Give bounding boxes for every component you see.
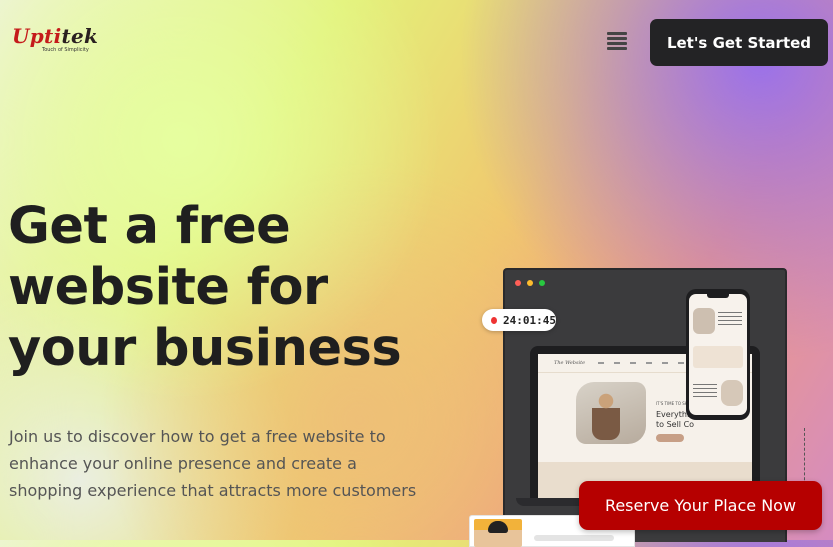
get-started-button[interactable]: Let's Get Started: [650, 19, 828, 66]
headline-line: your business: [8, 319, 402, 378]
mock-site-logo: The Website: [554, 360, 586, 366]
timer-value: 24:01:45: [503, 313, 556, 327]
close-dot-icon: [515, 280, 521, 286]
window-controls: [515, 280, 545, 286]
phone-mockup: [686, 289, 750, 420]
minimize-dot-icon: [527, 280, 533, 286]
phone-text: [718, 312, 742, 328]
logo-wordmark: Uptitek: [12, 24, 99, 48]
recording-timer: 24:01:45: [482, 309, 556, 331]
mock-site-button: [656, 434, 684, 442]
phone-screen: [689, 294, 747, 415]
headline-line: website for: [8, 258, 328, 317]
hero-headline: Get a free website for your business: [8, 196, 402, 379]
phone-text: [693, 384, 717, 400]
record-dot-icon: [491, 316, 498, 324]
description-line: shopping experience that attracts more c…: [9, 481, 417, 500]
phone-image: [693, 308, 715, 334]
brand-logo[interactable]: Uptitek Touch of Simplicity: [12, 24, 99, 53]
mock-hero-photo: [576, 382, 646, 444]
description-line: enhance your online presence and create …: [9, 454, 357, 473]
hero-description: Join us to discover how to get a free we…: [9, 423, 469, 504]
logo-tagline: Touch of Simplicity: [42, 47, 89, 53]
reserve-place-button[interactable]: Reserve Your Place Now: [579, 481, 822, 530]
hamburger-menu-icon[interactable]: [607, 32, 627, 50]
maximize-dot-icon: [539, 280, 545, 286]
headline-line: Get a free: [8, 197, 291, 256]
description-line: Join us to discover how to get a free we…: [9, 427, 386, 446]
phone-section: [693, 346, 743, 368]
phone-image: [721, 380, 743, 406]
placeholder-bar: [534, 535, 614, 541]
avatar: [474, 519, 522, 547]
